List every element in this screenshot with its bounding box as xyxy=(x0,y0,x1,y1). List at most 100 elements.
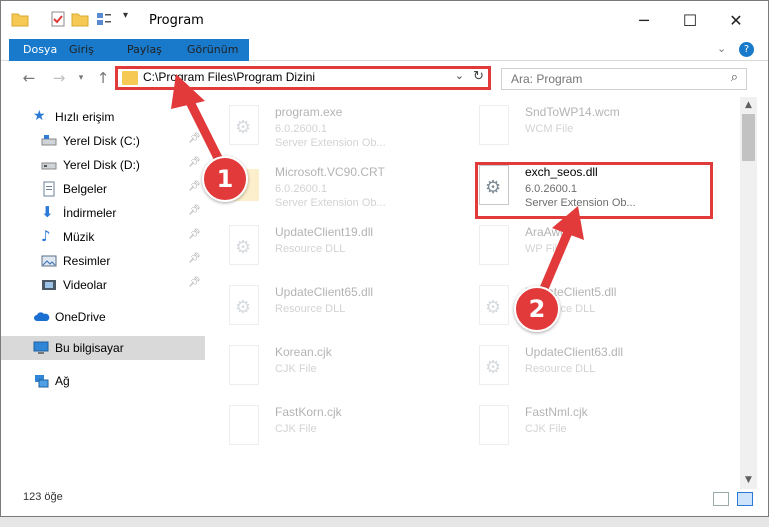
recent-locations-icon[interactable]: ▾ xyxy=(71,68,91,88)
sidebar-item-network[interactable]: Ağ xyxy=(1,369,205,393)
file-item[interactable]: ⚙ UpdateClient65.dll Resource DLL xyxy=(207,279,447,335)
maximize-button[interactable]: ☐ xyxy=(667,1,713,39)
tab-paylas[interactable]: Paylaş xyxy=(117,39,172,61)
file-name: UpdateClient19.dll xyxy=(275,225,374,239)
folder-icon[interactable] xyxy=(11,10,29,28)
file-item[interactable]: AraAword WP File xyxy=(457,219,697,275)
file-type: Resource DLL xyxy=(275,243,346,255)
refresh-icon[interactable]: ↻ xyxy=(473,69,484,84)
sidebar-item-this-pc[interactable]: Bu bilgisayar xyxy=(1,336,205,360)
sidebar-item-label: İndirmeler xyxy=(63,206,117,220)
minimize-button[interactable]: ─ xyxy=(621,1,667,39)
pin-icon[interactable]: 📌︎ xyxy=(188,277,201,288)
pin-icon[interactable]: 📌︎ xyxy=(188,205,201,216)
sidebar-item-local-disk-d[interactable]: Yerel Disk (D:) 📌︎ xyxy=(1,153,205,177)
file-item[interactable]: FastNml.cjk CJK File xyxy=(457,399,697,455)
sidebar-item-videos[interactable]: Videolar 📌︎ xyxy=(1,273,205,297)
forward-arrow-icon[interactable]: → xyxy=(49,68,69,88)
sidebar-item-label: Videolar xyxy=(63,278,107,292)
file-name: UpdateClient65.dll xyxy=(275,285,374,299)
pin-icon[interactable]: 📌︎ xyxy=(188,181,201,192)
file-item[interactable]: SndToWP14.wcm WCM File xyxy=(457,99,697,155)
document-icon xyxy=(41,181,57,197)
music-note-icon: ♪ xyxy=(41,227,51,245)
view-options-icon[interactable] xyxy=(95,10,113,28)
sidebar-item-music[interactable]: ♪ Müzik 📌︎ xyxy=(1,225,205,249)
file-name: UpdateClient63.dll xyxy=(525,345,624,359)
back-arrow-icon[interactable]: ← xyxy=(19,68,39,88)
pin-icon[interactable]: 📌︎ xyxy=(188,253,201,264)
scroll-thumb[interactable] xyxy=(742,114,755,161)
file-list: ⚙ program.exe 6.0.2600.1 Server Extensio… xyxy=(207,99,739,477)
file-type: Resource DLL xyxy=(525,363,596,375)
blank-file-icon xyxy=(229,405,259,445)
title-bar: ▾ Program ─ ☐ ✕ xyxy=(1,1,768,39)
properties-icon[interactable] xyxy=(49,10,67,28)
sidebar-item-label: Hızlı erişim xyxy=(55,110,115,124)
file-item[interactable]: Korean.cjk CJK File xyxy=(207,339,447,395)
executable-file-icon: ⚙ xyxy=(229,105,259,145)
sidebar-item-downloads[interactable]: ⬇ İndirmeler 📌︎ xyxy=(1,201,205,225)
blank-file-icon xyxy=(229,345,259,385)
up-arrow-icon[interactable]: ↑ xyxy=(93,68,113,88)
sidebar-item-label: Yerel Disk (D:) xyxy=(63,158,140,172)
sidebar-item-pictures[interactable]: Resimler 📌︎ xyxy=(1,249,205,273)
dll-file-icon: ⚙ xyxy=(229,285,259,325)
computer-icon xyxy=(33,340,49,356)
sidebar-item-label: Yerel Disk (C:) xyxy=(63,134,140,148)
file-item[interactable]: FastKorn.cjk CJK File xyxy=(207,399,447,455)
large-icons-view-icon[interactable] xyxy=(737,492,753,506)
step-2-badge: 2 xyxy=(514,286,560,332)
blank-file-icon xyxy=(479,405,509,445)
tab-giris[interactable]: Giriş xyxy=(59,39,104,61)
pin-icon[interactable]: 📌︎ xyxy=(188,229,201,240)
tab-gorunum[interactable]: Görünüm xyxy=(177,39,248,61)
folder-icon xyxy=(122,71,138,85)
sidebar-item-documents[interactable]: Belgeler 📌︎ xyxy=(1,177,205,201)
file-name: FastKorn.cjk xyxy=(275,405,342,419)
gear-icon: ⚙ xyxy=(485,297,502,318)
picture-icon xyxy=(41,253,57,269)
sidebar-item-label: Ağ xyxy=(55,374,70,388)
file-name: Microsoft.VC90.CRT xyxy=(275,165,385,179)
gear-icon: ⚙ xyxy=(235,117,252,138)
file-name: program.exe xyxy=(275,105,343,119)
file-type: WCM File xyxy=(525,123,574,135)
drive-icon xyxy=(41,133,57,149)
file-type: WP File xyxy=(525,243,564,255)
search-box[interactable]: ⌕ xyxy=(501,68,747,90)
scroll-down-icon[interactable]: ▼ xyxy=(740,472,757,489)
scroll-up-icon[interactable]: ▲ xyxy=(740,97,757,114)
address-dropdown-icon[interactable]: ⌄ xyxy=(455,69,464,82)
sidebar-item-label: Bu bilgisayar xyxy=(55,341,124,355)
customize-toolbar-icon[interactable]: ▾ xyxy=(123,10,141,28)
close-button[interactable]: ✕ xyxy=(713,1,759,39)
navigation-pane: ★ Hızlı erişim Yerel Disk (C:) 📌︎ Yerel … xyxy=(1,99,205,479)
file-type: CJK File xyxy=(525,423,567,435)
sidebar-item-local-disk-c[interactable]: Yerel Disk (C:) 📌︎ xyxy=(1,129,205,153)
new-folder-icon[interactable] xyxy=(71,10,89,28)
search-icon[interactable]: ⌕ xyxy=(731,70,738,85)
network-icon xyxy=(33,373,49,389)
vertical-scrollbar[interactable]: ▲ ▼ xyxy=(740,97,757,489)
address-bar[interactable]: C:\Program Files\Program Dizini ⌄ ↻ xyxy=(115,66,491,90)
details-view-icon[interactable] xyxy=(713,492,729,506)
file-item[interactable]: ⚙ UpdateClient63.dll Resource DLL xyxy=(457,339,697,395)
search-input[interactable] xyxy=(511,70,711,88)
file-item[interactable]: ⚙ program.exe 6.0.2600.1 Server Extensio… xyxy=(207,99,447,155)
dll-file-icon: ⚙ xyxy=(479,285,509,325)
file-type: Resource DLL xyxy=(275,303,346,315)
file-item[interactable]: ⚙ UpdateClient19.dll Resource DLL xyxy=(207,219,447,275)
expand-ribbon-icon[interactable]: ⌄ xyxy=(717,42,726,55)
sidebar-item-onedrive[interactable]: OneDrive xyxy=(1,305,205,329)
download-arrow-icon: ⬇ xyxy=(41,203,54,221)
pin-icon[interactable]: 📌︎ xyxy=(188,133,201,144)
file-description: Server Extension Ob... xyxy=(275,197,386,209)
file-item[interactable]: ⚙ UpdateClient5.dll Resource DLL xyxy=(457,279,697,335)
step-1-badge: 1 xyxy=(202,156,248,202)
explorer-window: ▾ Program ─ ☐ ✕ Dosya Giriş Paylaş Görün… xyxy=(0,0,769,517)
file-name: Korean.cjk xyxy=(275,345,332,359)
help-icon[interactable]: ? xyxy=(739,42,754,57)
pin-icon[interactable]: 📌︎ xyxy=(188,157,201,168)
sidebar-item-quick-access[interactable]: ★ Hızlı erişim xyxy=(1,105,205,129)
